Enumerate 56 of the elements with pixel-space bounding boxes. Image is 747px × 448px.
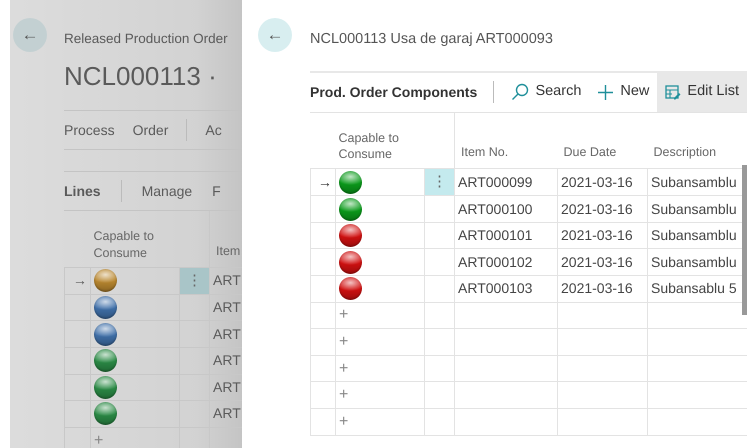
back-button[interactable]: ← bbox=[258, 18, 292, 52]
row-arrow-icon: → bbox=[318, 174, 332, 190]
search-button[interactable]: Search bbox=[503, 72, 590, 112]
search-icon bbox=[511, 83, 530, 102]
table-cell: ART000103 bbox=[458, 280, 532, 296]
table-cell: ART bbox=[213, 326, 241, 342]
edit-list-icon bbox=[665, 84, 682, 100]
action-tab[interactable]: Ac bbox=[205, 120, 222, 141]
row-menu-button[interactable]: ⋮ bbox=[180, 268, 208, 294]
table-cell: 2021-03-16 bbox=[561, 174, 633, 190]
edit-list-button[interactable]: Edit List bbox=[657, 72, 747, 112]
action-tab[interactable]: Order bbox=[132, 120, 168, 141]
new-row-button[interactable]: + bbox=[339, 412, 348, 430]
table-cell: ART bbox=[213, 272, 241, 288]
new-row-button[interactable]: + bbox=[339, 386, 348, 404]
table-cell: 2021-03-16 bbox=[561, 200, 633, 217]
column-header[interactable]: Due Date bbox=[560, 145, 616, 160]
table-cell: ART bbox=[213, 299, 241, 316]
new-row-button[interactable]: + bbox=[339, 360, 348, 377]
scrollbar[interactable] bbox=[742, 165, 747, 315]
table-cell: 2021-03-16 bbox=[561, 227, 633, 244]
table-cell: ART000102 bbox=[458, 254, 532, 270]
panel-title: NCL000113 Usa de garaj ART000093 bbox=[310, 30, 554, 49]
column-header[interactable]: Capable to Consume bbox=[94, 228, 176, 261]
row-arrow-icon: → bbox=[73, 272, 87, 288]
new-button[interactable]: New bbox=[589, 72, 658, 112]
new-row-button[interactable]: + bbox=[339, 306, 348, 324]
column-header[interactable]: Item bbox=[213, 244, 240, 258]
column-header[interactable]: Capable to Consume bbox=[338, 130, 422, 162]
table-cell: ART bbox=[213, 352, 241, 368]
table-cell: 2021-03-16 bbox=[561, 280, 633, 296]
toolbar-heading: Prod. Order Components bbox=[310, 82, 478, 102]
plus-icon bbox=[597, 84, 614, 101]
action-tab[interactable]: Manage bbox=[142, 180, 192, 202]
page-caption: Released Production Order bbox=[64, 30, 229, 48]
table-cell: ART000099 bbox=[458, 174, 532, 190]
table-cell: ART bbox=[213, 405, 241, 422]
action-tab[interactable]: Process bbox=[64, 120, 115, 141]
page-title: NCL000113 · bbox=[64, 60, 218, 94]
column-header[interactable]: Description bbox=[650, 145, 716, 160]
row-menu-button[interactable]: ⋮ bbox=[426, 170, 454, 195]
table-cell: Subansamblu bbox=[651, 254, 737, 270]
back-button[interactable]: ← bbox=[13, 18, 47, 52]
table-cell: Subansamblu bbox=[651, 227, 737, 244]
table-cell: Subansamblu bbox=[651, 174, 737, 190]
new-row-button[interactable]: + bbox=[94, 432, 104, 448]
table-cell: ART bbox=[213, 378, 241, 395]
table-cell: Subansamblu bbox=[651, 200, 737, 217]
table-cell: 2021-03-16 bbox=[561, 254, 633, 270]
table-cell: ART000100 bbox=[458, 200, 532, 217]
table-cell: ART000101 bbox=[458, 227, 532, 244]
table-cell: Subansablu 5 bbox=[651, 280, 737, 296]
new-row-button[interactable]: + bbox=[339, 333, 348, 350]
lines-heading: Lines bbox=[64, 182, 101, 201]
action-tab[interactable]: F bbox=[212, 180, 221, 202]
column-header[interactable]: Item No. bbox=[458, 145, 508, 160]
